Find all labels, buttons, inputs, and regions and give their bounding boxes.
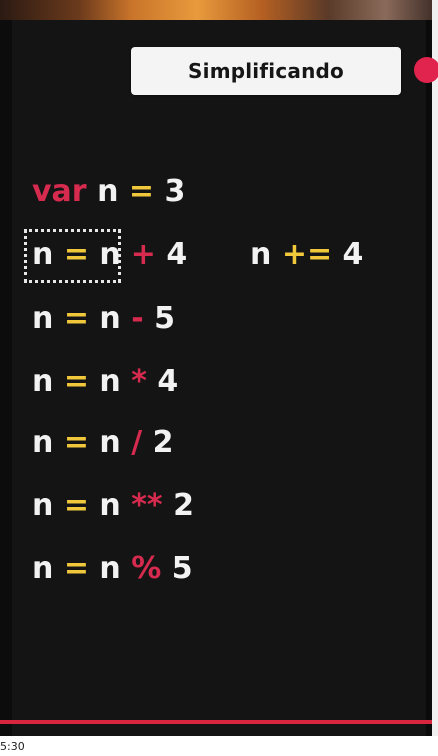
code-line-power: n = n ** 2	[32, 488, 194, 524]
operand: 4	[166, 237, 188, 272]
declaration-line: var n = 3	[32, 174, 185, 210]
lhs: n	[32, 301, 54, 336]
assign-operator: =	[63, 301, 89, 336]
modulo-operator: %	[131, 551, 162, 586]
rhs: n	[99, 425, 121, 460]
multiply-operator: *	[131, 364, 147, 399]
slide-title: Simplificando	[188, 59, 344, 83]
operand: 2	[173, 488, 194, 523]
add-operator: +	[130, 237, 156, 272]
shorthand-expression: n += 4	[250, 237, 363, 273]
rhs: n	[99, 488, 121, 523]
progress-bar[interactable]	[0, 720, 432, 724]
lhs: n	[32, 364, 54, 399]
var-keyword: var	[32, 174, 87, 209]
lhs: n	[32, 488, 54, 523]
code-line-subtract: n = n - 5	[32, 301, 175, 337]
lhs: n	[32, 551, 54, 586]
divide-operator: /	[131, 425, 143, 460]
assign-operator: =	[63, 488, 89, 523]
video-frame[interactable]: Simplificando var n = 3 n = n + 4 n += 4 …	[0, 0, 438, 756]
left-edge	[0, 20, 12, 736]
highlight-box	[24, 229, 121, 283]
assign-operator: =	[128, 174, 155, 209]
code-line-divide: n = n / 2	[32, 425, 174, 461]
operand: 4	[342, 237, 364, 272]
initial-value: 3	[164, 174, 186, 209]
player-controls-area	[0, 736, 438, 756]
operand: 2	[152, 425, 174, 460]
rhs: n	[99, 551, 121, 586]
operand: 5	[154, 301, 175, 336]
right-edge	[432, 0, 438, 756]
assign-operator: =	[63, 551, 89, 586]
title-card: Simplificando	[131, 47, 401, 95]
operand: 4	[157, 364, 179, 399]
timestamp: 5:30	[0, 740, 25, 753]
record-dot-icon	[414, 57, 438, 83]
lhs: n	[250, 237, 272, 272]
rhs: n	[99, 301, 121, 336]
power-operator: **	[131, 488, 163, 523]
assign-operator: =	[63, 364, 89, 399]
subtract-operator: -	[131, 301, 144, 336]
variable-name: n	[97, 174, 119, 209]
code-line-multiply: n = n * 4	[32, 364, 178, 400]
operand: 5	[171, 551, 193, 586]
code-line-modulo: n = n % 5	[32, 551, 193, 587]
lhs: n	[32, 425, 54, 460]
rhs: n	[99, 364, 121, 399]
assign-operator: =	[63, 425, 89, 460]
plus-assign-operator: +=	[281, 237, 333, 272]
